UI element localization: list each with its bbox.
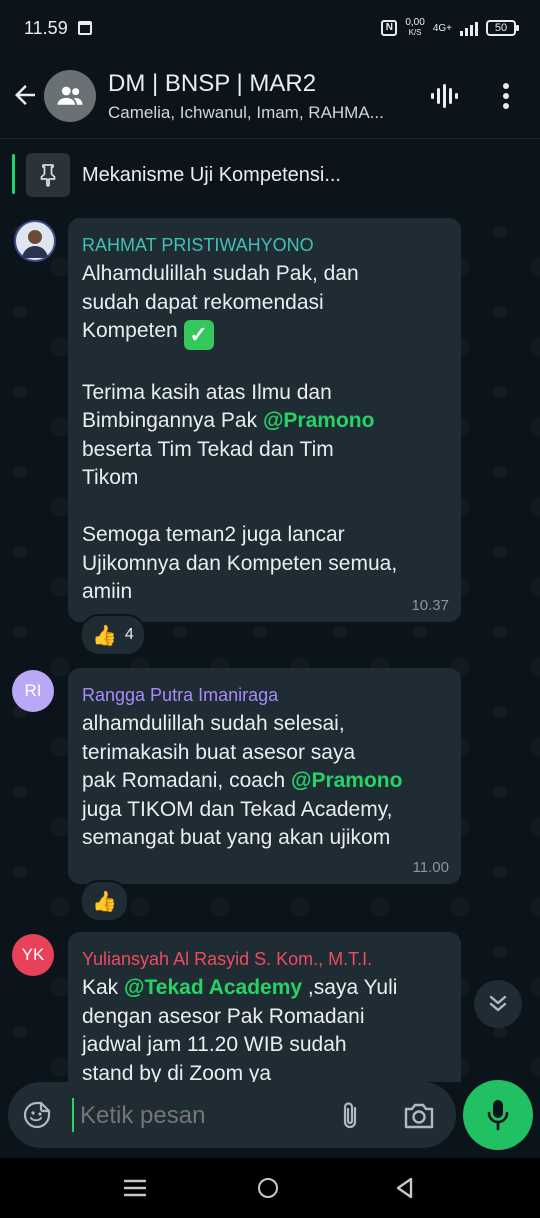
chat-title[interactable]: DM | BNSP | MAR2: [108, 70, 316, 98]
mention-link[interactable]: @Pramono: [263, 409, 375, 432]
speed-unit: K/S: [408, 28, 422, 37]
sender-avatar[interactable]: RI: [12, 670, 54, 712]
message-text: Kak @Tekad Academy ,saya Yuli dengan ase…: [82, 974, 447, 1082]
message-text: Alhamdulillah sudah Pak, dan sudah dapat…: [82, 260, 447, 607]
chat-area[interactable]: RAHMAT PRISTIWAHYONO Alhamdulillah sudah…: [0, 212, 540, 1082]
check-mark-emoji-icon: ✓: [183, 320, 214, 350]
message-bubble[interactable]: RAHMAT PRISTIWAHYONO Alhamdulillah sudah…: [68, 218, 461, 622]
network-type: 4G+: [432, 22, 452, 34]
message-composer: [8, 1082, 456, 1148]
scroll-to-bottom-button[interactable]: [474, 980, 522, 1028]
back-arrow-icon[interactable]: [10, 80, 40, 110]
status-time: 11.59: [24, 18, 68, 38]
network-speed: 0,00 K/S: [405, 18, 424, 38]
message-bubble[interactable]: Yuliansyah Al Rasyid S. Kom., M.T.I. Kak…: [68, 932, 461, 1082]
signal-icon: [460, 20, 478, 36]
message-text: alhamdulillah sudah selesai, terimakasih…: [82, 710, 447, 853]
recents-menu-icon[interactable]: [124, 1178, 146, 1198]
reaction-count: 4: [124, 626, 134, 643]
thumbs-up-icon: 👍: [92, 624, 117, 647]
pin-box: [26, 153, 70, 197]
paperclip-icon[interactable]: [338, 1100, 362, 1132]
message-sender[interactable]: Rangga Putra Imaniraga: [82, 684, 447, 706]
status-icons: N 0,00 K/S 4G+ 50: [381, 18, 519, 38]
system-nav-bar: [0, 1158, 540, 1218]
message-text-part: Alhamdulillah sudah Pak, dan sudah dapat…: [82, 262, 359, 342]
message-input[interactable]: [80, 1102, 320, 1130]
voice-message-button[interactable]: [463, 1080, 533, 1150]
message-sender[interactable]: RAHMAT PRISTIWAHYONO: [82, 234, 447, 256]
message-text-part: juga TIKOM dan Tekad Academy, semangat b…: [82, 797, 393, 850]
voice-chat-icon[interactable]: [428, 80, 460, 112]
nav-back-triangle-icon[interactable]: [394, 1176, 414, 1200]
message-time: 11.00: [412, 859, 449, 876]
microphone-icon: [487, 1100, 509, 1131]
message-time: 10.37: [411, 597, 449, 614]
battery-icon: 50: [486, 20, 519, 36]
calendar-icon: [78, 21, 92, 35]
camera-icon[interactable]: [402, 1102, 436, 1130]
message-text-part: beserta Tim Tekad dan Tim Tikom Semoga t…: [82, 437, 398, 604]
double-chevron-down-icon: [489, 995, 507, 1012]
message-bubble[interactable]: Rangga Putra Imaniraga alhamdulillah sud…: [68, 668, 461, 884]
message-reaction[interactable]: 👍 4: [80, 614, 146, 656]
chat-members[interactable]: Camelia, Ichwanul, Imam, RAHMA...: [108, 103, 408, 123]
text-cursor: [72, 1098, 74, 1132]
chat-header: DM | BNSP | MAR2 Camelia, Ichwanul, Imam…: [0, 58, 540, 138]
mention-link[interactable]: @Tekad Academy: [124, 976, 302, 999]
pin-indicator: [12, 154, 15, 194]
sender-avatar[interactable]: YK: [12, 934, 54, 976]
status-bar: 11.59 N 0,00 K/S 4G+ 50: [0, 0, 540, 58]
thumbs-up-icon: 👍: [92, 890, 117, 913]
home-circle-icon[interactable]: [258, 1178, 278, 1198]
pin-icon: [40, 164, 56, 187]
battery-level: 50: [494, 22, 508, 34]
sender-avatar[interactable]: [14, 220, 56, 262]
message-reaction[interactable]: 👍: [80, 880, 129, 922]
mention-link[interactable]: @Pramono: [291, 769, 403, 792]
message-text-part: Kak: [82, 976, 125, 999]
more-options-icon[interactable]: [496, 80, 516, 112]
speed-value: 0,00: [405, 17, 425, 28]
nfc-icon: N: [381, 20, 398, 36]
message-sender[interactable]: Yuliansyah Al Rasyid S. Kom., M.T.I.: [82, 948, 447, 970]
group-avatar[interactable]: [44, 70, 96, 122]
person-photo-icon: [22, 230, 48, 258]
sticker-emoji-icon[interactable]: [22, 1100, 52, 1130]
pinned-message-text: Mekanisme Uji Kompetensi...: [82, 164, 341, 186]
group-icon: [57, 86, 83, 105]
pinned-message-bar[interactable]: Mekanisme Uji Kompetensi...: [0, 138, 540, 213]
